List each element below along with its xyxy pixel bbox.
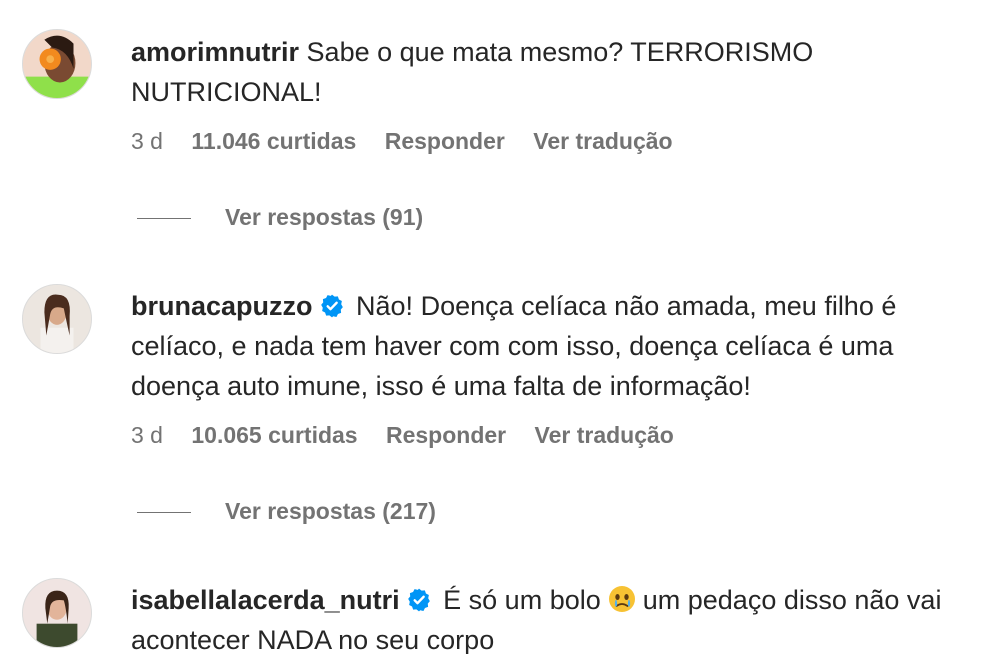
crying-face-emoji-icon bbox=[607, 584, 637, 614]
comment-time[interactable]: 3 d bbox=[131, 422, 163, 449]
translate-button[interactable]: Ver tradução bbox=[533, 128, 672, 155]
avatar[interactable] bbox=[22, 284, 92, 354]
comment-username[interactable]: isabellalacerda_nutri bbox=[131, 585, 400, 615]
replies-divider-line bbox=[137, 512, 191, 514]
view-replies-button[interactable]: Ver respostas (217) bbox=[137, 498, 436, 525]
view-replies-button[interactable]: Ver respostas (91) bbox=[137, 204, 423, 231]
reply-button[interactable]: Responder bbox=[386, 422, 506, 449]
comment-meta: 3 d 10.065 curtidas Responder Ver traduç… bbox=[131, 422, 696, 449]
view-replies-label: Ver respostas (217) bbox=[225, 498, 436, 524]
comment-meta: 3 d 11.046 curtidas Responder Ver traduç… bbox=[131, 128, 695, 155]
comment-likes[interactable]: 11.046 curtidas bbox=[191, 128, 356, 155]
avatar[interactable] bbox=[22, 578, 92, 648]
verified-badge-icon bbox=[406, 587, 432, 613]
comment-body: brunacapuzzo Não! Doença celíaca não ama… bbox=[131, 286, 981, 406]
comment-username[interactable]: amorimnutrir bbox=[131, 37, 299, 67]
view-replies-label: Ver respostas (91) bbox=[225, 204, 424, 230]
comment-body: isabellalacerda_nutri É só um bolo um ped… bbox=[131, 580, 981, 654]
comment-likes[interactable]: 10.065 curtidas bbox=[191, 422, 357, 449]
comment-time[interactable]: 3 d bbox=[131, 128, 163, 155]
replies-divider-line bbox=[137, 218, 191, 220]
reply-button[interactable]: Responder bbox=[385, 128, 505, 155]
comment-text: É só um bolo bbox=[443, 585, 601, 615]
avatar[interactable] bbox=[22, 29, 92, 99]
comment-body: amorimnutrir Sabe o que mata mesmo? TERR… bbox=[131, 32, 981, 112]
verified-badge-icon bbox=[319, 293, 345, 319]
translate-button[interactable]: Ver tradução bbox=[535, 422, 674, 449]
comment-username[interactable]: brunacapuzzo bbox=[131, 291, 313, 321]
